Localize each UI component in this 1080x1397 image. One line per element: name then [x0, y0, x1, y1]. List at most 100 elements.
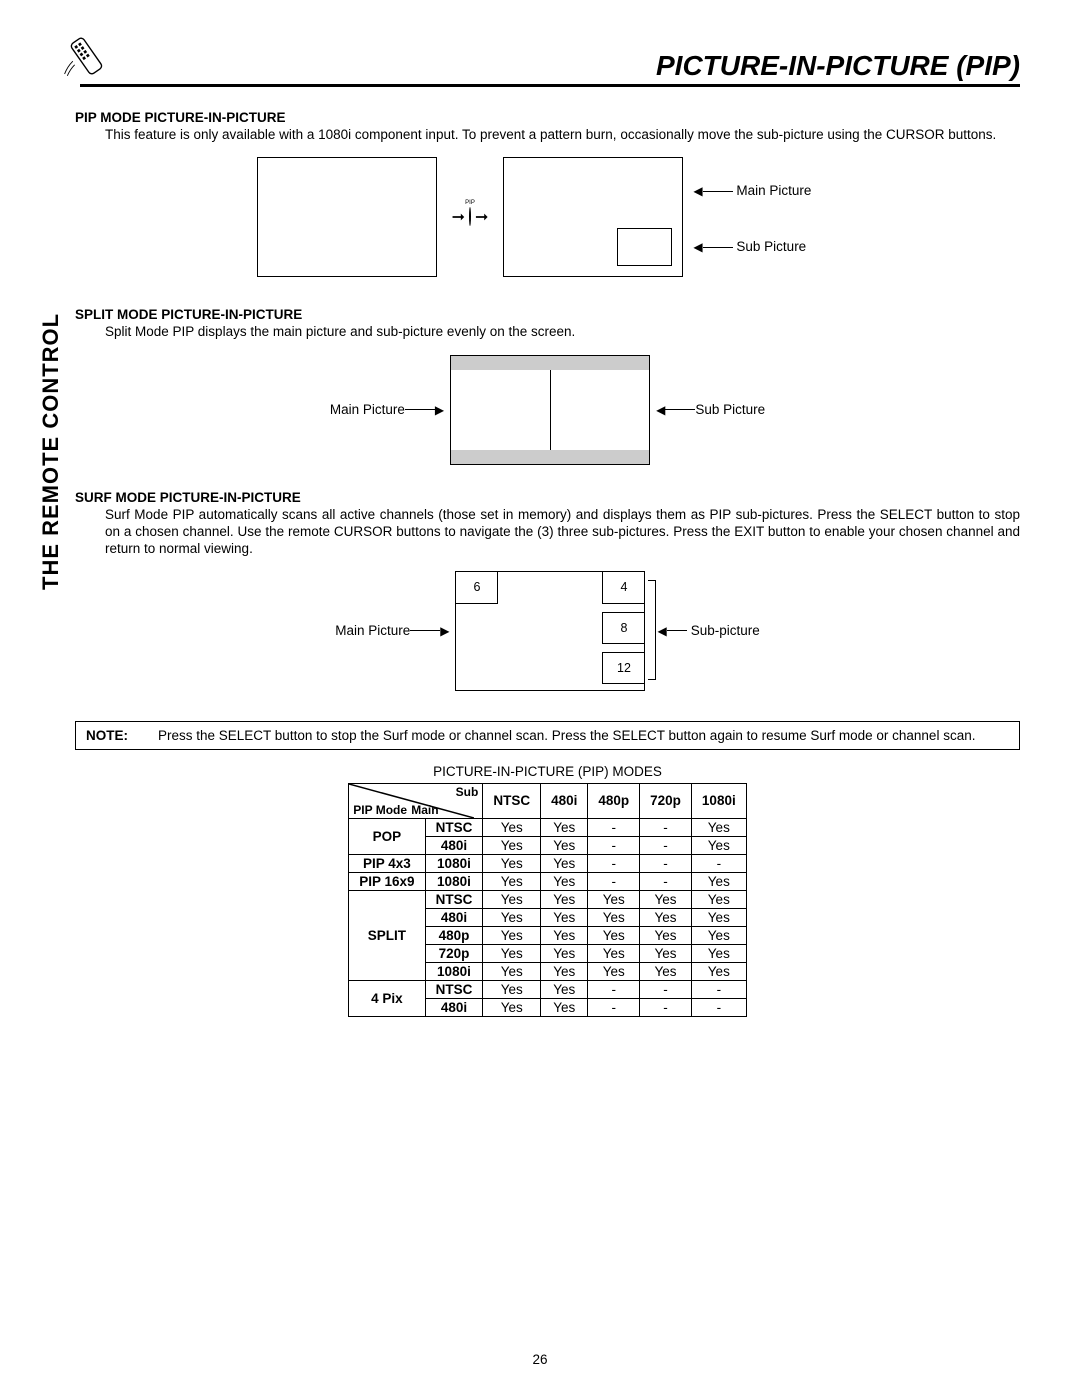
main-cell: 480i: [425, 908, 483, 926]
main-arrow-icon: ◀: [693, 184, 702, 198]
value-cell: -: [588, 980, 640, 998]
value-cell: Yes: [640, 890, 692, 908]
value-cell: Yes: [541, 818, 588, 836]
value-cell: Yes: [483, 854, 541, 872]
table-row: POPNTSCYesYes--Yes: [349, 818, 746, 836]
surf-body: Surf Mode PIP automatically scans all ac…: [105, 507, 1020, 558]
value-cell: -: [640, 980, 692, 998]
table-row: PIP 4x31080iYesYes---: [349, 854, 746, 872]
value-cell: Yes: [483, 836, 541, 854]
value-cell: Yes: [541, 872, 588, 890]
value-cell: Yes: [541, 962, 588, 980]
value-cell: Yes: [483, 980, 541, 998]
main-cell: 1080i: [425, 854, 483, 872]
value-cell: -: [691, 854, 746, 872]
value-cell: Yes: [588, 962, 640, 980]
value-cell: Yes: [588, 926, 640, 944]
value-cell: Yes: [483, 818, 541, 836]
value-cell: Yes: [483, 872, 541, 890]
surf-heading: SURF MODE PICTURE-IN-PICTURE: [75, 490, 1020, 505]
table-row: PIP 16x91080iYesYes--Yes: [349, 872, 746, 890]
value-cell: Yes: [541, 926, 588, 944]
value-cell: Yes: [541, 836, 588, 854]
value-cell: -: [588, 872, 640, 890]
main-cell: NTSC: [425, 818, 483, 836]
value-cell: Yes: [483, 926, 541, 944]
value-cell: Yes: [588, 908, 640, 926]
value-cell: -: [691, 998, 746, 1016]
surf-channel: 4: [602, 572, 644, 604]
note-label: NOTE:: [86, 728, 128, 743]
value-cell: Yes: [588, 944, 640, 962]
value-cell: Yes: [691, 908, 746, 926]
value-cell: Yes: [691, 944, 746, 962]
surf-diagram: Main Picture ▶ 6 4 8 12 ◀ Sub-picture: [75, 571, 1020, 691]
mode-cell: SPLIT: [349, 890, 425, 980]
table-caption: PICTURE-IN-PICTURE (PIP) MODES: [75, 764, 1020, 779]
pip-diagram: ➞ PIP ➞ ◀ Main Picture: [75, 157, 1020, 282]
value-cell: -: [691, 980, 746, 998]
note-text: Press the SELECT button to stop the Surf…: [158, 728, 1009, 743]
value-cell: -: [588, 998, 640, 1016]
value-cell: -: [640, 854, 692, 872]
corner-mode: PIP Mode: [353, 803, 407, 817]
main-cell: 1080i: [425, 962, 483, 980]
corner-main: Main: [411, 803, 438, 817]
value-cell: Yes: [588, 890, 640, 908]
split-heading: SPLIT MODE PICTURE-IN-PICTURE: [75, 307, 1020, 322]
value-cell: Yes: [483, 998, 541, 1016]
split-main-label: Main Picture: [330, 402, 405, 417]
value-cell: Yes: [483, 908, 541, 926]
split-body: Split Mode PIP displays the main picture…: [105, 324, 1020, 341]
pip-sub-label: Sub Picture: [736, 239, 806, 254]
value-cell: Yes: [640, 908, 692, 926]
pip-body: This feature is only available with a 10…: [105, 127, 1020, 144]
col-header: 720p: [640, 783, 692, 818]
main-cell: 480i: [425, 836, 483, 854]
sub-arrow-icon: ◀: [693, 240, 702, 254]
value-cell: Yes: [541, 998, 588, 1016]
value-cell: Yes: [691, 926, 746, 944]
split-sub-label: Sub Picture: [695, 402, 765, 417]
value-cell: Yes: [541, 854, 588, 872]
col-header: 1080i: [691, 783, 746, 818]
value-cell: -: [640, 818, 692, 836]
surf-sub-label: Sub-picture: [691, 623, 760, 638]
main-cell: 480i: [425, 998, 483, 1016]
note-box: NOTE: Press the SELECT button to stop th…: [75, 721, 1020, 750]
col-header: NTSC: [483, 783, 541, 818]
mode-cell: PIP 16x9: [349, 872, 425, 890]
page-number: 26: [532, 1352, 547, 1367]
surf-channel: 12: [602, 652, 644, 684]
value-cell: Yes: [640, 944, 692, 962]
corner-sub: Sub: [456, 785, 479, 799]
surf-channel: 8: [602, 612, 644, 644]
value-cell: Yes: [541, 908, 588, 926]
value-cell: Yes: [640, 962, 692, 980]
value-cell: -: [588, 818, 640, 836]
pip-heading: PIP MODE PICTURE-IN-PICTURE: [75, 110, 1020, 125]
pip-button-label: PIP: [465, 200, 475, 206]
value-cell: -: [640, 836, 692, 854]
mode-cell: PIP 4x3: [349, 854, 425, 872]
side-section-label: THE REMOTE CONTROL: [38, 313, 64, 590]
table-row: 4 PixNTSCYesYes---: [349, 980, 746, 998]
page-title: PICTURE-IN-PICTURE (PIP): [80, 50, 1020, 87]
table-row: SPLITNTSCYesYesYesYesYes: [349, 890, 746, 908]
left-arrow-icon: ◀: [656, 403, 665, 417]
value-cell: -: [588, 836, 640, 854]
surf-main-label: Main Picture: [335, 623, 410, 638]
col-header: 480i: [541, 783, 588, 818]
mode-cell: POP: [349, 818, 425, 854]
split-diagram: Main Picture ▶ ◀ Sub Picture: [75, 355, 1020, 465]
main-cell: 480p: [425, 926, 483, 944]
right-arrow-icon-2: ▶: [440, 624, 449, 638]
value-cell: Yes: [483, 890, 541, 908]
main-cell: NTSC: [425, 890, 483, 908]
value-cell: Yes: [691, 836, 746, 854]
mode-cell: 4 Pix: [349, 980, 425, 1016]
right-arrow-icon: ▶: [435, 403, 444, 417]
value-cell: Yes: [483, 962, 541, 980]
value-cell: Yes: [691, 872, 746, 890]
col-header: 480p: [588, 783, 640, 818]
